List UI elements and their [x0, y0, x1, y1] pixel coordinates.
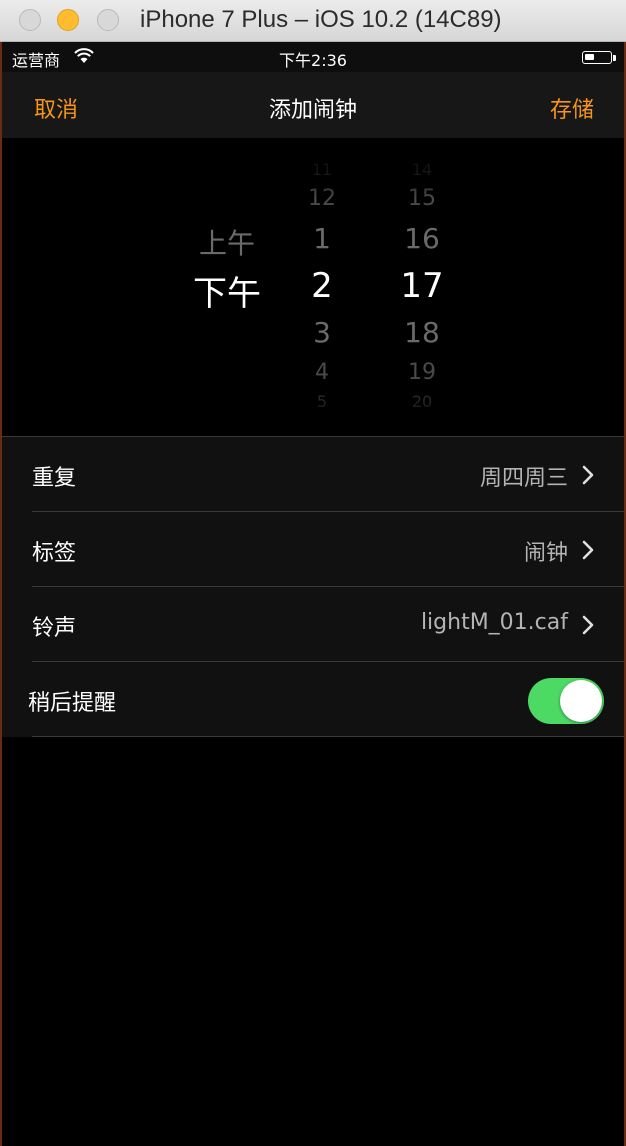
picker-hour-option[interactable]: 4: [282, 360, 362, 385]
picker-hour-option[interactable]: 1: [282, 222, 362, 255]
toggle-knob: [560, 680, 602, 722]
picker-hour-option[interactable]: 12: [282, 186, 362, 211]
close-window-button[interactable]: [19, 9, 41, 31]
label-label: 标签: [32, 541, 77, 566]
row-divider: [32, 736, 624, 737]
battery-tip: [613, 55, 616, 61]
phone-screen: 运营商 下午2:36 取消 添加闹钟 存储 上午 下午 11 12 1 2 3 …: [2, 42, 624, 1146]
time-picker[interactable]: 上午 下午 11 12 1 2 3 4 5 14 15 16 17 18 19 …: [2, 138, 624, 436]
picker-minute-selected[interactable]: 17: [372, 266, 472, 306]
label-row[interactable]: 标签 闹钟: [2, 512, 624, 587]
picker-minute-option[interactable]: 14: [372, 160, 472, 179]
picker-minute-option[interactable]: 18: [372, 316, 472, 349]
chevron-right-icon: [582, 540, 594, 560]
snooze-row: 稍后提醒: [2, 662, 624, 737]
picker-minute-option[interactable]: 15: [372, 186, 472, 211]
snooze-label: 稍后提醒: [28, 691, 117, 716]
repeat-row[interactable]: 重复 周四周三: [2, 437, 624, 512]
battery-icon: [582, 51, 612, 64]
status-time: 下午2:36: [279, 51, 347, 70]
chevron-right-icon: [582, 615, 594, 635]
repeat-label: 重复: [32, 466, 77, 491]
picker-ampm-selected[interactable]: 下午: [172, 266, 282, 315]
save-button[interactable]: 存储: [550, 92, 594, 124]
sound-label: 铃声: [32, 616, 77, 641]
window-title: iPhone 7 Plus – iOS 10.2 (14C89): [140, 6, 502, 33]
simulator-titlebar: iPhone 7 Plus – iOS 10.2 (14C89): [0, 0, 626, 42]
chevron-right-icon: [582, 465, 594, 485]
picker-ampm-option[interactable]: 上午: [172, 222, 282, 262]
snooze-toggle[interactable]: [528, 678, 604, 724]
picker-hour-selected[interactable]: 2: [282, 266, 362, 306]
label-value: 闹钟: [523, 541, 568, 566]
alarm-settings-list: 重复 周四周三 标签 闹钟 铃声 lightM_01.caf 稍后提醒: [2, 436, 624, 737]
picker-minute-option[interactable]: 20: [372, 392, 472, 411]
navigation-bar: 取消 添加闹钟 存储: [2, 72, 624, 138]
repeat-value: 周四周三: [479, 466, 568, 491]
picker-hour-option[interactable]: 3: [282, 316, 362, 349]
status-bar: 运营商 下午2:36: [2, 42, 624, 72]
zoom-window-button[interactable]: [97, 9, 119, 31]
picker-hour-option[interactable]: 5: [282, 392, 362, 411]
sound-row[interactable]: 铃声 lightM_01.caf: [2, 587, 624, 662]
picker-minute-option[interactable]: 16: [372, 222, 472, 255]
page-title: 添加闹钟: [268, 98, 357, 123]
picker-hour-option[interactable]: 11: [282, 160, 362, 179]
picker-minute-option[interactable]: 19: [372, 360, 472, 385]
minimize-window-button[interactable]: [57, 9, 79, 31]
sound-value: lightM_01.caf: [420, 610, 568, 635]
